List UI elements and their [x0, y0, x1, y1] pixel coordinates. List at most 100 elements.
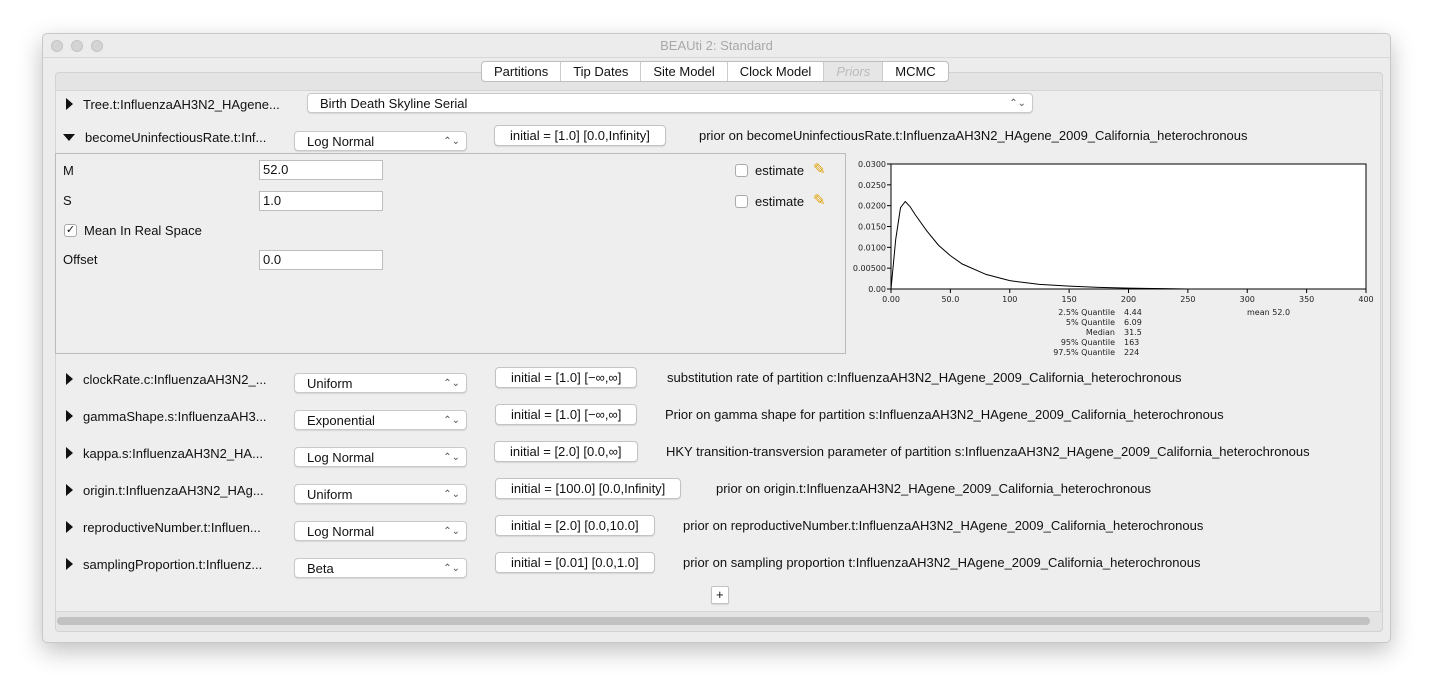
- prior-label: clockRate.c:InfluenzaAH3N2_...: [83, 371, 267, 387]
- x-tick-label: 100: [1002, 295, 1017, 304]
- mean-label: mean 52.0: [1247, 308, 1290, 317]
- updown-chevron-icon: ⌃⌄: [443, 136, 460, 147]
- m-label: M: [63, 163, 74, 178]
- updown-chevron-icon: ⌃⌄: [443, 526, 460, 537]
- horizontal-scrollbar[interactable]: [57, 617, 1370, 625]
- prior-label: kappa.s:InfluenzaAH3N2_HA...: [83, 445, 263, 461]
- tab-priors[interactable]: Priors: [824, 62, 884, 81]
- x-tick-label: 400: [1358, 295, 1373, 304]
- distribution-select[interactable]: Log Normal ⌃⌄: [294, 131, 467, 151]
- distribution-parameters-panel: [55, 153, 846, 354]
- expand-triangle-icon[interactable]: [66, 410, 73, 422]
- initial-value-button[interactable]: initial = [1.0] [−∞,∞]: [495, 367, 638, 388]
- x-tick-label: 0.00: [882, 295, 900, 304]
- estimate-s-checkbox[interactable]: [735, 195, 748, 208]
- pencil-icon[interactable]: ✎: [813, 191, 826, 209]
- prior-description: prior on becomeUninfectiousRate.t:Influe…: [699, 128, 1248, 143]
- distribution-select[interactable]: Log Normal ⌃⌄: [294, 447, 467, 467]
- zoom-window-button[interactable]: [91, 40, 103, 52]
- selected-value: Beta: [307, 561, 334, 576]
- prior-description: substitution rate of partition c:Influen…: [667, 370, 1182, 385]
- y-tick-label: 0.0100: [858, 243, 886, 252]
- prior-description: prior on sampling proportion t:Influenza…: [683, 555, 1201, 570]
- tab-mcmc[interactable]: MCMC: [883, 62, 947, 81]
- prior-row: gammaShape.s:InfluenzaAH3...: [66, 405, 267, 427]
- distribution-select[interactable]: Log Normal ⌃⌄: [294, 521, 467, 541]
- prior-description: Prior on gamma shape for partition s:Inf…: [665, 407, 1224, 422]
- tab-tip-dates[interactable]: Tip Dates: [561, 62, 642, 81]
- expand-triangle-icon[interactable]: [66, 447, 73, 459]
- x-tick-label: 50.0: [941, 295, 959, 304]
- quantile-label: 95% Quantile: [1061, 338, 1115, 347]
- quantile-value: 224: [1124, 348, 1139, 357]
- initial-value-button[interactable]: initial = [0.01] [0.0,1.0]: [495, 552, 655, 573]
- selected-value: Exponential: [307, 413, 375, 428]
- selected-value: Birth Death Skyline Serial: [320, 96, 468, 111]
- mean-in-real-space-label: Mean In Real Space: [84, 223, 202, 238]
- estimate-label: estimate: [755, 163, 805, 178]
- updown-chevron-icon: ⌃⌄: [443, 378, 460, 389]
- distribution-select[interactable]: Beta ⌃⌄: [294, 558, 467, 578]
- selected-value: Log Normal: [307, 450, 375, 465]
- plot-area: [890, 163, 1367, 290]
- offset-label: Offset: [63, 252, 98, 267]
- s-input[interactable]: 1.0: [259, 191, 383, 211]
- prior-label: reproductiveNumber.t:Influen...: [83, 519, 261, 535]
- m-input[interactable]: 52.0: [259, 160, 383, 180]
- distribution-select[interactable]: Uniform ⌃⌄: [294, 373, 467, 393]
- distribution-select[interactable]: Uniform ⌃⌄: [294, 484, 467, 504]
- expand-triangle-icon[interactable]: [66, 521, 73, 533]
- updown-chevron-icon: ⌃⌄: [443, 415, 460, 426]
- y-tick-label: 0.0150: [858, 223, 886, 232]
- prior-label: gammaShape.s:InfluenzaAH3...: [83, 408, 267, 424]
- initial-value-button[interactable]: initial = [1.0] [−∞,∞]: [495, 404, 638, 425]
- add-prior-button[interactable]: +: [711, 586, 729, 604]
- quantile-label: 5% Quantile: [1066, 318, 1115, 327]
- distribution-select[interactable]: Exponential ⌃⌄: [294, 410, 467, 430]
- initial-value-button[interactable]: initial = [100.0] [0.0,Infinity]: [495, 478, 682, 499]
- expand-triangle-icon[interactable]: [66, 98, 73, 110]
- prior-description: prior on reproductiveNumber.t:InfluenzaA…: [683, 518, 1204, 533]
- prior-row: reproductiveNumber.t:Influen...: [66, 516, 261, 538]
- tab-partitions[interactable]: Partitions: [482, 62, 562, 81]
- quantile-label: Median: [1086, 328, 1115, 337]
- collapse-triangle-icon[interactable]: [63, 133, 75, 141]
- y-tick-label: 0.00500: [853, 264, 886, 273]
- quantile-label: 97.5% Quantile: [1053, 348, 1115, 357]
- density-chart: 0.00 50.0 100 150 200 250 300 350 400 0.00 0.00500…: [853, 160, 1374, 357]
- expand-triangle-icon[interactable]: [66, 558, 73, 570]
- prior-label: samplingProportion.t:Influenz...: [83, 556, 263, 572]
- estimate-m-checkbox[interactable]: [735, 164, 748, 177]
- pencil-icon[interactable]: ✎: [813, 160, 826, 178]
- x-tick-label: 350: [1299, 295, 1314, 304]
- selected-value: Log Normal: [307, 134, 375, 149]
- estimate-label: estimate: [755, 194, 805, 209]
- quantile-value: 4.44: [1124, 308, 1142, 317]
- selected-value: Log Normal: [307, 524, 375, 539]
- s-label: S: [63, 193, 72, 208]
- y-tick-label: 0.0250: [858, 181, 886, 190]
- tab-clock-model[interactable]: Clock Model: [728, 62, 825, 81]
- prior-label: becomeUninfectiousRate.t:Inf...: [85, 129, 267, 145]
- initial-value-button[interactable]: initial = [2.0] [0.0,∞]: [494, 441, 638, 462]
- minimize-window-button[interactable]: [71, 40, 83, 52]
- prior-row-expanded: becomeUninfectiousRate.t:Inf...: [63, 126, 266, 148]
- updown-chevron-icon: ⌃⌄: [443, 452, 460, 463]
- expand-triangle-icon[interactable]: [66, 484, 73, 496]
- close-window-button[interactable]: [51, 40, 63, 52]
- initial-value-button[interactable]: initial = [1.0] [0.0,Infinity]: [494, 125, 666, 146]
- updown-chevron-icon: ⌃⌄: [1009, 98, 1026, 109]
- tab-site-model[interactable]: Site Model: [641, 62, 728, 81]
- mean-in-real-space-checkbox[interactable]: ✓: [64, 224, 77, 237]
- prior-description: prior on origin.t:InfluenzaAH3N2_HAgene_…: [716, 481, 1152, 496]
- selected-value: Uniform: [307, 376, 353, 391]
- x-tick-label: 200: [1121, 295, 1136, 304]
- updown-chevron-icon: ⌃⌄: [443, 563, 460, 574]
- initial-value-button[interactable]: initial = [2.0] [0.0,10.0]: [495, 515, 655, 536]
- prior-row: kappa.s:InfluenzaAH3N2_HA...: [66, 442, 263, 464]
- expand-triangle-icon[interactable]: [66, 373, 73, 385]
- offset-input[interactable]: 0.0: [259, 250, 383, 270]
- prior-description: HKY transition-transversion parameter of…: [666, 444, 1310, 459]
- quantile-value: 163: [1124, 338, 1139, 347]
- tree-prior-select[interactable]: Birth Death Skyline Serial ⌃⌄: [307, 93, 1033, 113]
